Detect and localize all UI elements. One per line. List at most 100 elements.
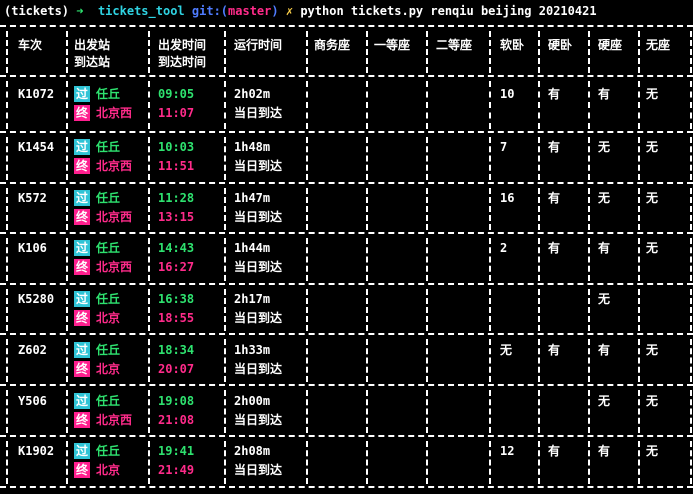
column-divider <box>224 188 226 230</box>
git-label: git: <box>191 4 221 18</box>
column-divider <box>66 390 68 433</box>
header-2-line2: 到达时间 <box>158 55 207 69</box>
column-divider <box>638 289 640 331</box>
departure-station-name: 任丘 <box>96 241 121 255</box>
column-divider <box>6 289 8 331</box>
hard-sleeper: 有 <box>548 87 561 101</box>
column-divider <box>66 188 68 230</box>
hard-sleeper: 有 <box>548 140 561 154</box>
pass-badge: 过 <box>74 342 90 358</box>
terminal-badge: 终 <box>74 209 90 225</box>
column-divider <box>6 238 8 281</box>
duration: 2h17m <box>234 292 271 306</box>
column-divider <box>148 238 150 281</box>
column-divider <box>306 81 308 129</box>
column-divider <box>538 441 540 484</box>
column-divider <box>366 390 368 433</box>
column-divider <box>66 137 68 180</box>
header-8: 硬卧 <box>548 38 573 52</box>
soft-sleeper: 7 <box>500 140 508 154</box>
column-divider <box>148 137 150 180</box>
train-number: K1902 <box>18 444 55 458</box>
column-divider <box>148 390 150 433</box>
column-divider <box>690 339 692 382</box>
arrival-station-name: 北京西 <box>96 260 133 274</box>
column-divider <box>426 339 428 382</box>
row-divider <box>0 131 693 133</box>
hard-sleeper: 有 <box>548 241 561 255</box>
column-divider <box>6 188 8 230</box>
hard-seat: 无 <box>598 292 611 306</box>
column-divider <box>426 137 428 180</box>
column-divider <box>588 81 590 129</box>
no-seat: 无 <box>646 140 659 154</box>
hard-seat: 无 <box>598 394 611 408</box>
hard-sleeper: 有 <box>548 191 561 205</box>
duration: 2h08m <box>234 444 271 458</box>
column-divider <box>588 238 590 281</box>
departure-station: 过任丘 <box>74 342 120 358</box>
column-divider <box>306 441 308 484</box>
duration: 1h48m <box>234 140 271 154</box>
column-divider <box>306 137 308 180</box>
train-number: K1072 <box>18 87 55 101</box>
arrival-day: 当日到达 <box>234 106 283 120</box>
departure-time: 16:38 <box>158 292 195 306</box>
column-divider <box>588 390 590 433</box>
column-divider <box>426 238 428 281</box>
arrival-time: 21:49 <box>158 463 195 477</box>
arrival-day: 当日到达 <box>234 260 283 274</box>
prompt-arrow-icon: ➜ <box>76 4 84 18</box>
terminal-window[interactable]: (tickets) ➜ tickets_tool git:(master) ✗ … <box>0 0 693 494</box>
column-divider <box>148 289 150 331</box>
soft-sleeper: 2 <box>500 241 508 255</box>
column-divider <box>489 81 491 129</box>
arrival-time: 11:07 <box>158 106 195 120</box>
no-seat: 无 <box>646 241 659 255</box>
arrival-station: 终北京西 <box>74 105 132 121</box>
column-divider <box>224 238 226 281</box>
hard-seat: 有 <box>598 87 611 101</box>
duration: 1h44m <box>234 241 271 255</box>
column-divider <box>690 390 692 433</box>
shell-prompt: (tickets) ➜ tickets_tool git:(master) ✗ … <box>4 4 597 18</box>
column-divider <box>366 81 368 129</box>
command-text[interactable]: python tickets.py renqiu beijing 2021042… <box>300 4 596 18</box>
column-divider <box>489 188 491 230</box>
row-divider <box>0 182 693 184</box>
arrival-station-name: 北京西 <box>96 159 133 173</box>
header-7: 软卧 <box>500 38 525 52</box>
column-divider <box>366 441 368 484</box>
column-divider <box>426 188 428 230</box>
row-divider <box>0 384 693 386</box>
column-divider <box>66 81 68 129</box>
arrival-station: 终北京 <box>74 361 120 377</box>
departure-station: 过任丘 <box>74 393 120 409</box>
column-divider <box>638 31 640 73</box>
column-divider <box>638 137 640 180</box>
soft-sleeper: 12 <box>500 444 515 458</box>
column-divider <box>66 339 68 382</box>
column-divider <box>638 390 640 433</box>
column-divider <box>588 441 590 484</box>
column-divider <box>489 441 491 484</box>
column-divider <box>638 441 640 484</box>
column-divider <box>489 390 491 433</box>
column-divider <box>148 339 150 382</box>
arrival-station-name: 北京西 <box>96 413 133 427</box>
column-divider <box>489 31 491 73</box>
column-divider <box>690 31 692 73</box>
column-divider <box>538 137 540 180</box>
header-0: 车次 <box>18 38 43 52</box>
row-divider <box>0 75 693 77</box>
header-9: 硬座 <box>598 38 623 52</box>
departure-station-name: 任丘 <box>96 191 121 205</box>
column-divider <box>66 289 68 331</box>
column-divider <box>224 339 226 382</box>
column-divider <box>426 289 428 331</box>
current-directory: tickets_tool <box>97 4 185 18</box>
departure-station-name: 任丘 <box>96 444 121 458</box>
column-divider <box>224 31 226 73</box>
arrival-time: 18:55 <box>158 311 195 325</box>
arrival-time: 20:07 <box>158 362 195 376</box>
